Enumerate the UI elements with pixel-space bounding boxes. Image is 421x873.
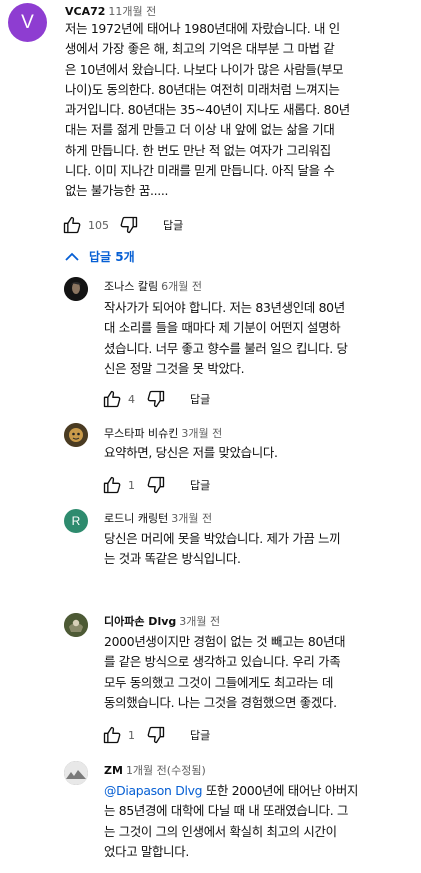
comment-author[interactable]: 조나스 칼림 [104, 280, 158, 293]
comment-actions: 4 답글 [102, 389, 210, 409]
comment-header: 로드니 캐링턴 3개월 전 [104, 510, 212, 526]
comment-author[interactable]: 무스타파 비슈킨 [104, 427, 178, 440]
comment-author[interactable]: ZM [104, 764, 123, 777]
avatar[interactable]: R [64, 509, 88, 533]
dislike-icon[interactable] [146, 389, 166, 409]
comment-time[interactable]: 11개월 전 [108, 5, 156, 18]
comment-header: 조나스 칼림 6개월 전 [104, 278, 202, 294]
comment-time[interactable]: 3개월 전 [181, 427, 222, 440]
avatar[interactable] [64, 613, 88, 637]
replies-toggle-label: 답글 5개 [89, 250, 135, 264]
avatar[interactable] [64, 277, 88, 301]
comment-text: 2000년생이지만 경험이 없는 것 빼고는 80년대 를 같은 방식으로 생각… [104, 634, 346, 710]
comment-header: ZM 1개월 전(수정됨) [104, 762, 206, 778]
comment-author[interactable]: 디아파손 Dlvg [104, 615, 176, 628]
comment-header: 무스타파 비슈킨 3개월 전 [104, 425, 222, 441]
comment-header: VCA72 11개월 전 [65, 3, 156, 19]
avatar[interactable] [64, 761, 88, 785]
reply-button[interactable]: 답글 [190, 391, 210, 407]
reply-button[interactable]: 답글 [190, 727, 210, 743]
like-icon[interactable] [102, 389, 122, 409]
chevron-up-icon [65, 252, 79, 261]
like-icon[interactable] [62, 215, 82, 235]
comment-text: 저는 1972년에 태어나 1980년대에 자랐습니다. 내 인 생에서 가장 … [65, 21, 350, 199]
reply-button[interactable]: 답글 [163, 217, 183, 233]
comment-actions: 1 답글 [102, 475, 210, 495]
comment-actions: 105 답글 [62, 215, 183, 235]
comment-author[interactable]: 로드니 캐링턴 [104, 512, 168, 525]
comment-author[interactable]: VCA72 [65, 5, 105, 18]
avatar-letter: R [71, 514, 81, 528]
avatar[interactable]: V [8, 3, 47, 42]
mention-link[interactable]: @Diapason Dlvg [104, 783, 203, 798]
comment-time[interactable]: 3개월 전 [171, 512, 212, 525]
like-count: 1 [128, 478, 135, 492]
dislike-icon[interactable] [146, 725, 166, 745]
reply-button[interactable]: 답글 [190, 477, 210, 493]
like-count: 1 [128, 728, 135, 742]
comment-time[interactable]: 3개월 전 [179, 615, 220, 628]
dislike-icon[interactable] [119, 215, 139, 235]
avatar-letter: V [21, 11, 34, 33]
like-count: 105 [88, 218, 109, 232]
like-icon[interactable] [102, 475, 122, 495]
comment-time[interactable]: 6개월 전 [161, 280, 202, 293]
comment-header: 디아파손 Dlvg 3개월 전 [104, 613, 220, 629]
comment-text: 당신은 머리에 못을 박았습니다. 제가 가끔 느끼 는 것과 똑같은 방식입니… [104, 531, 341, 567]
like-count: 4 [128, 392, 135, 406]
avatar[interactable] [64, 423, 88, 447]
comment-text: 작사가가 되어야 합니다. 저는 83년생인데 80년 대 소리를 들을 때마다… [104, 300, 348, 376]
comment-time[interactable]: 1개월 전(수정됨) [126, 764, 206, 777]
like-icon[interactable] [102, 725, 122, 745]
dislike-icon[interactable] [146, 475, 166, 495]
replies-toggle-button[interactable]: 답글 5개 [65, 248, 135, 265]
comment-text: 요약하면, 당신은 저를 맞았습니다. [104, 445, 278, 460]
comment-actions: 1 답글 [102, 725, 210, 745]
comment-text: @Diapason Dlvg 또한 2000년에 태어난 아버지 는 85년경에… [104, 781, 414, 862]
